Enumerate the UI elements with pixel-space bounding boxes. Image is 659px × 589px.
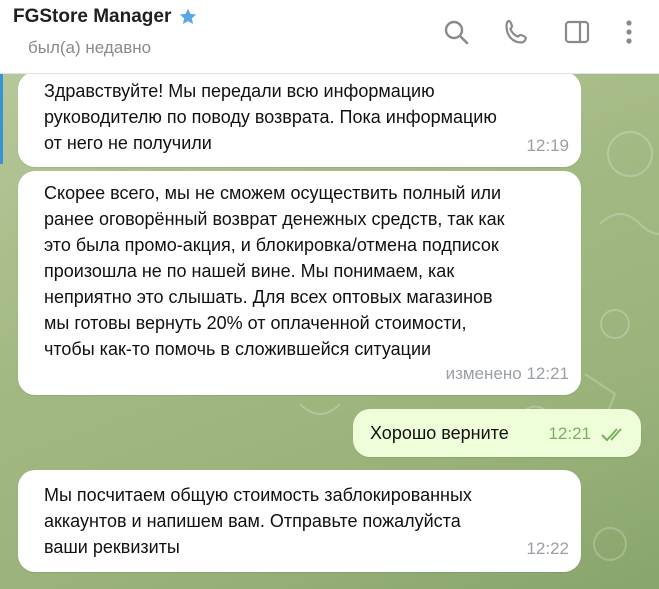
message-text: Мы посчитаем общую стоимость заблокирова… (44, 482, 472, 560)
message-bubble[interactable]: Хорошо верните 12:21 (353, 409, 641, 457)
message-line: руководителю по поводу возврата. Пока ин… (44, 107, 497, 127)
message-text: Хорошо верните (370, 420, 509, 446)
message-bubble[interactable]: Скорее всего, мы не сможем осуществить п… (18, 171, 581, 395)
message-time: 12:22 (526, 539, 569, 558)
message-text: Здравствуйте! Мы передали всю информацию… (44, 78, 497, 156)
message-line: от него не получили (44, 133, 212, 153)
message-line: чтобы как-то помочь в сложившейся ситуац… (44, 339, 432, 359)
message-line: произошла не по нашей вине. Мы понимаем,… (44, 261, 455, 281)
message-line: Мы посчитаем общую стоимость заблокирова… (44, 485, 472, 505)
chat-header: FGStore Manager был(а) недавно (0, 0, 659, 74)
message-time: изменено 12:21 (445, 364, 569, 383)
chat-area[interactable]: Здравствуйте! Мы передали всю информацию… (0, 74, 659, 589)
verified-star-icon (180, 8, 197, 25)
message-time: 12:21 (548, 424, 591, 443)
message-bubble[interactable]: Здравствуйте! Мы передали всю информацию… (18, 74, 581, 167)
sidebar-toggle-icon[interactable] (563, 18, 591, 46)
message-bubble[interactable]: Мы посчитаем общую стоимость заблокирова… (18, 470, 581, 572)
message-line: это была промо-акция, и блокировка/отмен… (44, 235, 499, 255)
message-time: 12:19 (526, 136, 569, 155)
message-line: аккаунтов и напишем вам. Отправьте пожал… (44, 511, 461, 531)
search-icon[interactable] (442, 18, 470, 46)
phone-icon[interactable] (503, 18, 531, 46)
message-line: Скорее всего, мы не сможем осуществить п… (44, 183, 502, 203)
message-line: ранее оговорённый возврат денежных средс… (44, 209, 505, 229)
chat-title[interactable]: FGStore Manager (13, 6, 171, 28)
last-seen-status: был(а) недавно (28, 38, 152, 57)
message-line: мы готовы вернуть 20% от оплаченной стои… (44, 313, 467, 333)
message-text: Скорее всего, мы не сможем осуществить п… (44, 180, 505, 362)
title-row[interactable]: FGStore Manager (13, 6, 198, 28)
message-line: ваши реквизиты (44, 537, 180, 557)
message-line: неприятно это слышать. Для всех оптовых … (44, 287, 493, 307)
message-line: Здравствуйте! Мы передали всю информацию (44, 81, 435, 101)
more-vertical-icon[interactable] (615, 18, 643, 46)
double-check-icon (601, 428, 622, 442)
message-line: Хорошо верните (370, 423, 509, 443)
chat-accent-bar (0, 74, 3, 164)
